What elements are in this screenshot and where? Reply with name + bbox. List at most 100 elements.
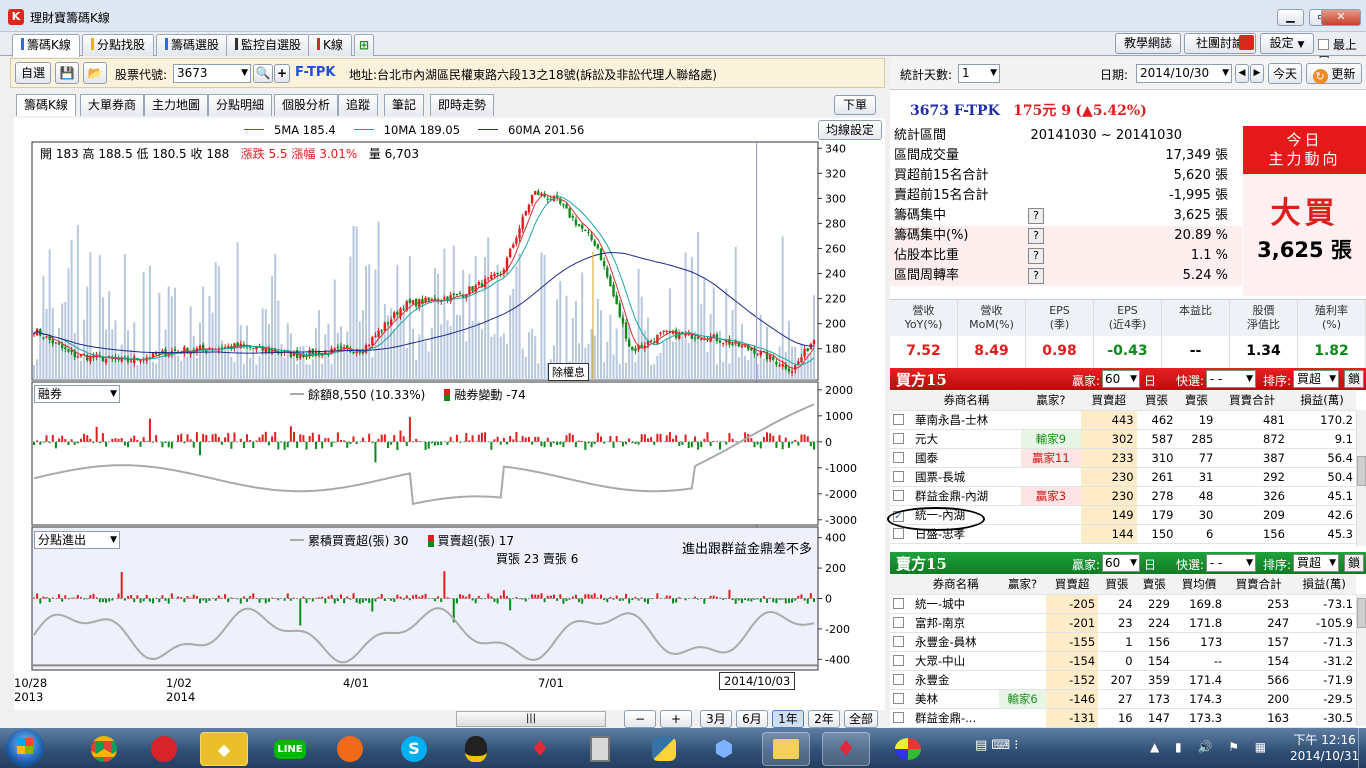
range-3m-button[interactable]: 3月	[700, 710, 732, 728]
lock-button[interactable]: 鎖	[1344, 370, 1364, 388]
minimize-button[interactable]: ▁	[1277, 9, 1304, 26]
winner-days-select[interactable]: 60 ▼	[1102, 554, 1140, 572]
row-checkbox[interactable]	[893, 451, 904, 463]
file-explorer-icon[interactable]	[762, 732, 810, 766]
row-checkbox[interactable]	[893, 654, 904, 666]
scroll-thumb[interactable]	[1357, 598, 1366, 628]
row-checkbox[interactable]	[893, 673, 904, 685]
table-row[interactable]: 國泰 贏家11 233 310 77 387 56.4	[890, 448, 1356, 468]
paint-icon[interactable]	[884, 732, 932, 766]
row-checkbox[interactable]	[893, 413, 904, 425]
scroll-thumb[interactable]	[1357, 456, 1366, 486]
sort-select[interactable]: 買超 ▼	[1293, 370, 1339, 388]
column-header[interactable]: 贏家?	[1020, 391, 1081, 411]
add-tab-button[interactable]: ⊞	[354, 34, 375, 56]
dropdown-arrow-icon[interactable]: ▼	[1222, 65, 1229, 82]
clock[interactable]: 下午 12:16 2014/10/31	[1290, 732, 1359, 764]
sell-table-scrollbar[interactable]	[1356, 594, 1366, 726]
table-row[interactable]: 富邦-南京 -201 23 224 171.8 247 -105.9	[890, 613, 1356, 633]
system-tray-icons[interactable]: ▤ ⌨ ⁝	[975, 738, 1018, 753]
dropdown-arrow-icon[interactable]: ▼	[110, 532, 117, 548]
blue-app-icon[interactable]: ⬢	[700, 732, 748, 766]
show-desktop-button[interactable]	[1358, 728, 1366, 768]
table-row[interactable]: 大眾-中山 -154 0 154 -- 154 -31.2	[890, 651, 1356, 671]
table-row[interactable]: 美林 輸家6 -146 27 173 174.3 200 -29.5	[890, 689, 1356, 709]
close-button[interactable]: ✕	[1321, 9, 1361, 26]
search-button[interactable]: 🔍	[253, 64, 273, 83]
gem-app-icon[interactable]: ♦	[516, 732, 564, 766]
winner-days-select[interactable]: 60 ▼	[1102, 370, 1140, 388]
column-header[interactable]: 贏家?	[999, 575, 1047, 595]
row-checkbox[interactable]	[893, 711, 904, 723]
dropdown-arrow-icon[interactable]: ▼	[1329, 555, 1336, 571]
dividend-marker[interactable]: 除權息	[548, 363, 589, 381]
row-checkbox[interactable]	[893, 635, 904, 647]
quick-select[interactable]: - - ▼	[1206, 554, 1256, 572]
column-header[interactable]: 買張	[1098, 575, 1136, 595]
table-row[interactable]: 元大 輸家9 302 587 285 872 9.1	[890, 429, 1356, 449]
column-header[interactable]: 買張	[1136, 391, 1177, 411]
help-icon[interactable]: ?	[1028, 268, 1044, 284]
add-stock-button[interactable]: +	[274, 64, 290, 83]
range-1y-button[interactable]: 1年	[772, 710, 804, 728]
column-header[interactable]: 損益(萬)	[1292, 575, 1356, 595]
tray-status-icons[interactable]: ▲ ▮ 🔊 ⚑ ▦	[1150, 740, 1272, 754]
refresh-button[interactable]: ↻ 更新	[1306, 63, 1362, 84]
app-taskbar-icon[interactable]: ◆	[200, 732, 248, 766]
branch-select[interactable]: 分點進出 ▼	[34, 531, 120, 549]
help-icon[interactable]: ?	[1028, 228, 1044, 244]
margin-select[interactable]: 融券 ▼	[34, 385, 120, 403]
start-button[interactable]	[6, 729, 44, 767]
column-header[interactable]: 買賣合計	[1216, 391, 1288, 411]
order-button[interactable]: 下單	[834, 95, 876, 115]
column-header[interactable]: 買均價	[1172, 575, 1226, 595]
column-header[interactable]: 損益(萬)	[1287, 391, 1356, 411]
table-row[interactable]: 統一-城中 -205 24 229 169.8 253 -73.1	[890, 594, 1356, 614]
subtab-large-broker[interactable]: 大單券商	[80, 94, 145, 116]
date-input[interactable]: 2014/10/30 ▼	[1136, 64, 1232, 83]
subtab-realtime[interactable]: 即時走勢	[430, 94, 495, 116]
row-checkbox[interactable]	[893, 527, 904, 539]
media-player-icon[interactable]	[140, 732, 188, 766]
ma-settings-button[interactable]: 均線設定	[818, 120, 882, 140]
column-header[interactable]: 券商名稱	[912, 575, 1000, 595]
subtab-stock-analysis[interactable]: 個股分析	[274, 94, 339, 116]
row-checkbox[interactable]	[893, 616, 904, 628]
subtab-main-map[interactable]: 主力地圖	[144, 94, 209, 116]
buy-table-scrollbar[interactable]	[1356, 410, 1366, 546]
row-checkbox[interactable]	[893, 432, 904, 444]
dropdown-arrow-icon[interactable]: ▼	[1130, 555, 1137, 571]
subtab-notes[interactable]: 筆記	[384, 94, 425, 116]
column-header[interactable]: 買賣合計	[1225, 575, 1293, 595]
save-button[interactable]: 💾	[55, 62, 79, 84]
next-date-button[interactable]: ▶	[1250, 64, 1264, 83]
column-header[interactable]: 券商名稱	[912, 391, 1021, 411]
subtab-branch-detail[interactable]: 分點明細	[208, 94, 273, 116]
lock-button[interactable]: 鎖	[1344, 554, 1364, 572]
zoom-in-button[interactable]: +	[660, 710, 692, 728]
gem-app-active-icon[interactable]: ♦	[822, 732, 870, 766]
table-row[interactable]: 群益金鼎-... -131 16 147 173.3 163 -30.5	[890, 708, 1356, 728]
row-checkbox[interactable]	[893, 470, 904, 482]
line-icon[interactable]: LINE	[266, 732, 314, 766]
row-checkbox[interactable]	[893, 692, 904, 704]
prev-date-button[interactable]: ◀	[1235, 64, 1249, 83]
dropdown-arrow-icon[interactable]: ▼	[1130, 371, 1137, 387]
skype-icon[interactable]: S	[390, 732, 438, 766]
range-all-button[interactable]: 全部	[844, 710, 878, 728]
column-header[interactable]: 買賣超	[1080, 391, 1137, 411]
row-checkbox[interactable]	[893, 489, 904, 501]
help-icon[interactable]: ?	[1028, 248, 1044, 264]
subtab-tracking[interactable]: 追蹤	[338, 94, 379, 116]
table-row[interactable]: 群益金鼎-內湖 贏家3 230 278 48 326 45.1	[890, 486, 1356, 506]
days-select[interactable]: 1 ▼	[958, 64, 1000, 83]
dropdown-arrow-icon[interactable]: ▼	[110, 386, 117, 402]
dropdown-arrow-icon[interactable]: ▼	[1246, 371, 1253, 387]
tab-chip-kline[interactable]: 籌碼K線	[12, 34, 80, 57]
range-6m-button[interactable]: 6月	[736, 710, 768, 728]
stock-code-input[interactable]: 3673 ▼	[173, 64, 251, 83]
column-header[interactable]: 買賣超	[1046, 575, 1099, 595]
open-folder-button[interactable]: 📂	[83, 62, 107, 84]
table-row[interactable]: 華南永昌-士林 443 462 19 481 170.2	[890, 410, 1356, 430]
tab-chip-screening[interactable]: 籌碼選股	[156, 34, 229, 56]
